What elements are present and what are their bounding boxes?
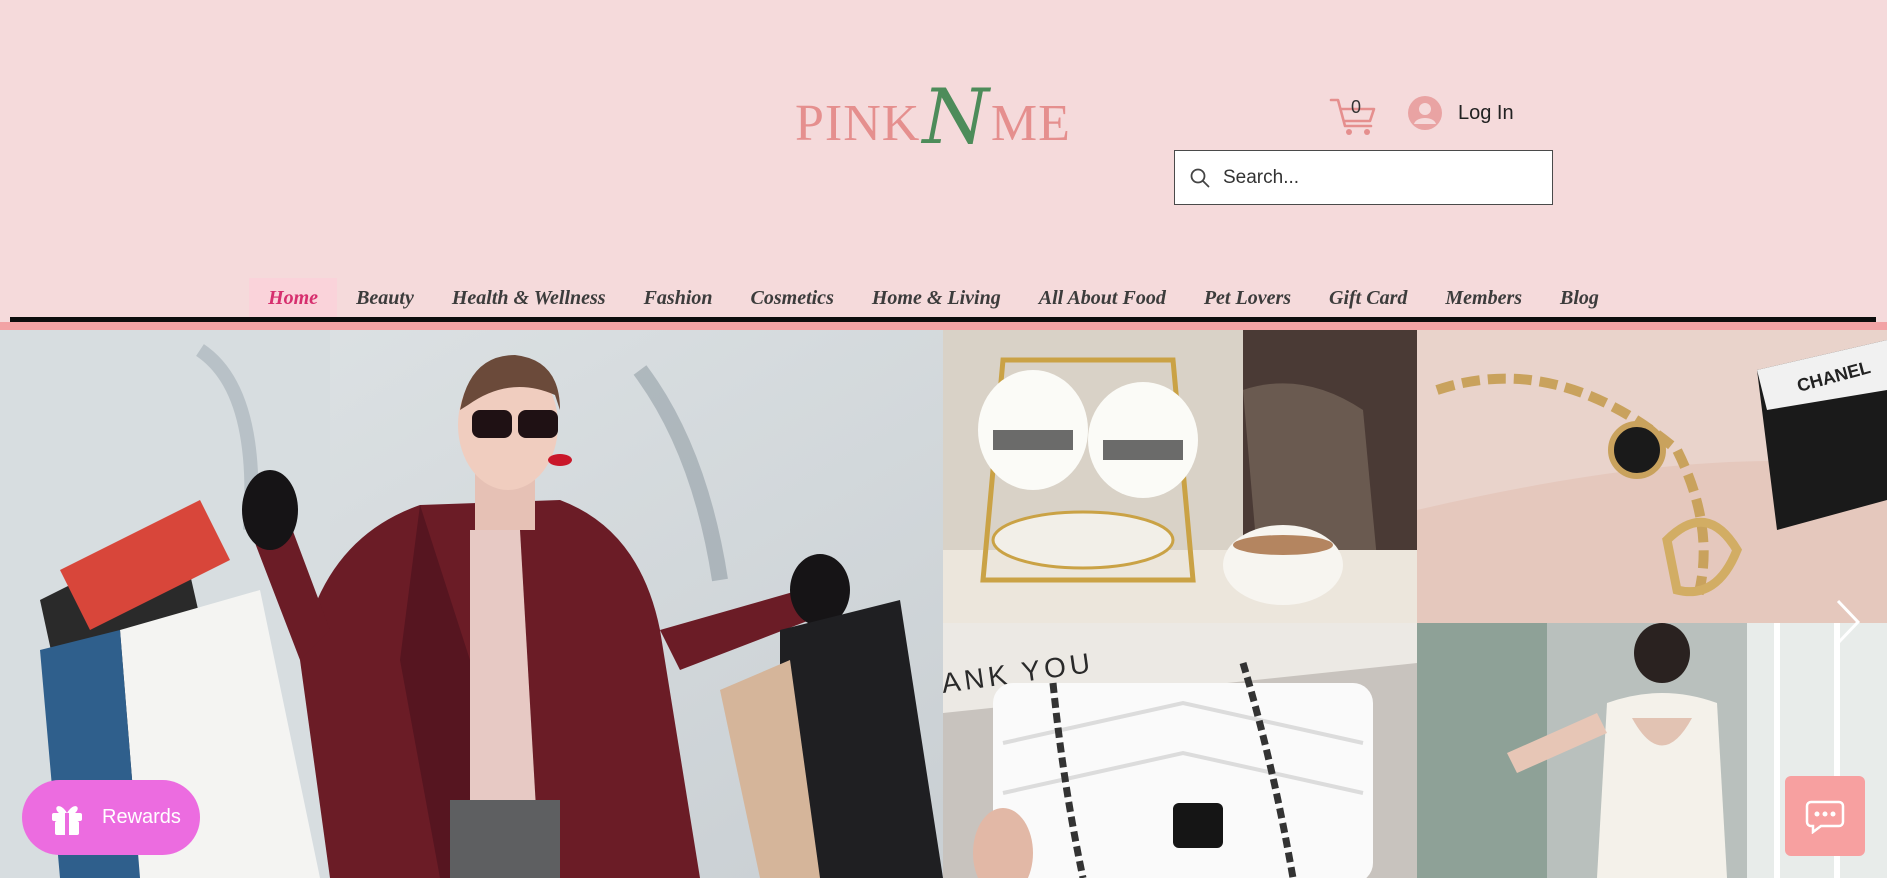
nav-item-beauty[interactable]: Beauty — [337, 278, 433, 318]
logo-text-me: ME — [990, 95, 1071, 152]
chevron-right-icon[interactable] — [1832, 597, 1862, 647]
nav-item-pet-lovers[interactable]: Pet Lovers — [1185, 278, 1310, 318]
nav-item-home-living[interactable]: Home & Living — [853, 278, 1020, 318]
nav-item-cosmetics[interactable]: Cosmetics — [732, 278, 853, 318]
login-label: Log In — [1458, 101, 1514, 124]
logo-letter-n: N — [922, 72, 989, 162]
site-logo[interactable]: PINK N ME — [795, 70, 1071, 162]
image-chanel-bracelet[interactable]: CHANEL — [1417, 330, 1887, 623]
header-border — [0, 322, 1887, 330]
nav-item-members[interactable]: Members — [1426, 278, 1541, 318]
search-box[interactable] — [1174, 150, 1553, 205]
nav-item-blog[interactable]: Blog — [1541, 278, 1618, 318]
cart-count[interactable]: 0 — [1346, 97, 1366, 118]
nav-item-health-wellness[interactable]: Health & Wellness — [433, 278, 625, 318]
search-input[interactable] — [1221, 165, 1545, 190]
rewards-label: Rewards — [102, 806, 181, 828]
search-icon — [1190, 168, 1210, 187]
chat-icon — [1805, 800, 1845, 834]
avatar-icon — [1408, 96, 1442, 130]
nav-item-all-about-food[interactable]: All About Food — [1020, 278, 1185, 318]
chat-button[interactable] — [1785, 776, 1865, 856]
nav-item-home[interactable]: Home — [249, 278, 338, 318]
image-tea-cups[interactable] — [943, 330, 1417, 623]
site-header: PINK N ME 0 Log In Home Beauty Health & … — [0, 0, 1887, 330]
gift-icon — [52, 805, 82, 835]
nav-item-gift-card[interactable]: Gift Card — [1310, 278, 1426, 318]
image-white-handbag[interactable]: ANK YOU — [943, 623, 1417, 878]
main-nav: Home Beauty Health & Wellness Fashion Co… — [0, 278, 1887, 318]
rewards-button[interactable]: Rewards — [22, 780, 200, 855]
hero-gallery[interactable]: CHANEL ANK YOU — [0, 330, 1887, 878]
logo-text-pink: PINK — [795, 95, 921, 152]
nav-item-fashion[interactable]: Fashion — [625, 278, 732, 318]
login-button[interactable]: Log In — [1408, 96, 1514, 130]
